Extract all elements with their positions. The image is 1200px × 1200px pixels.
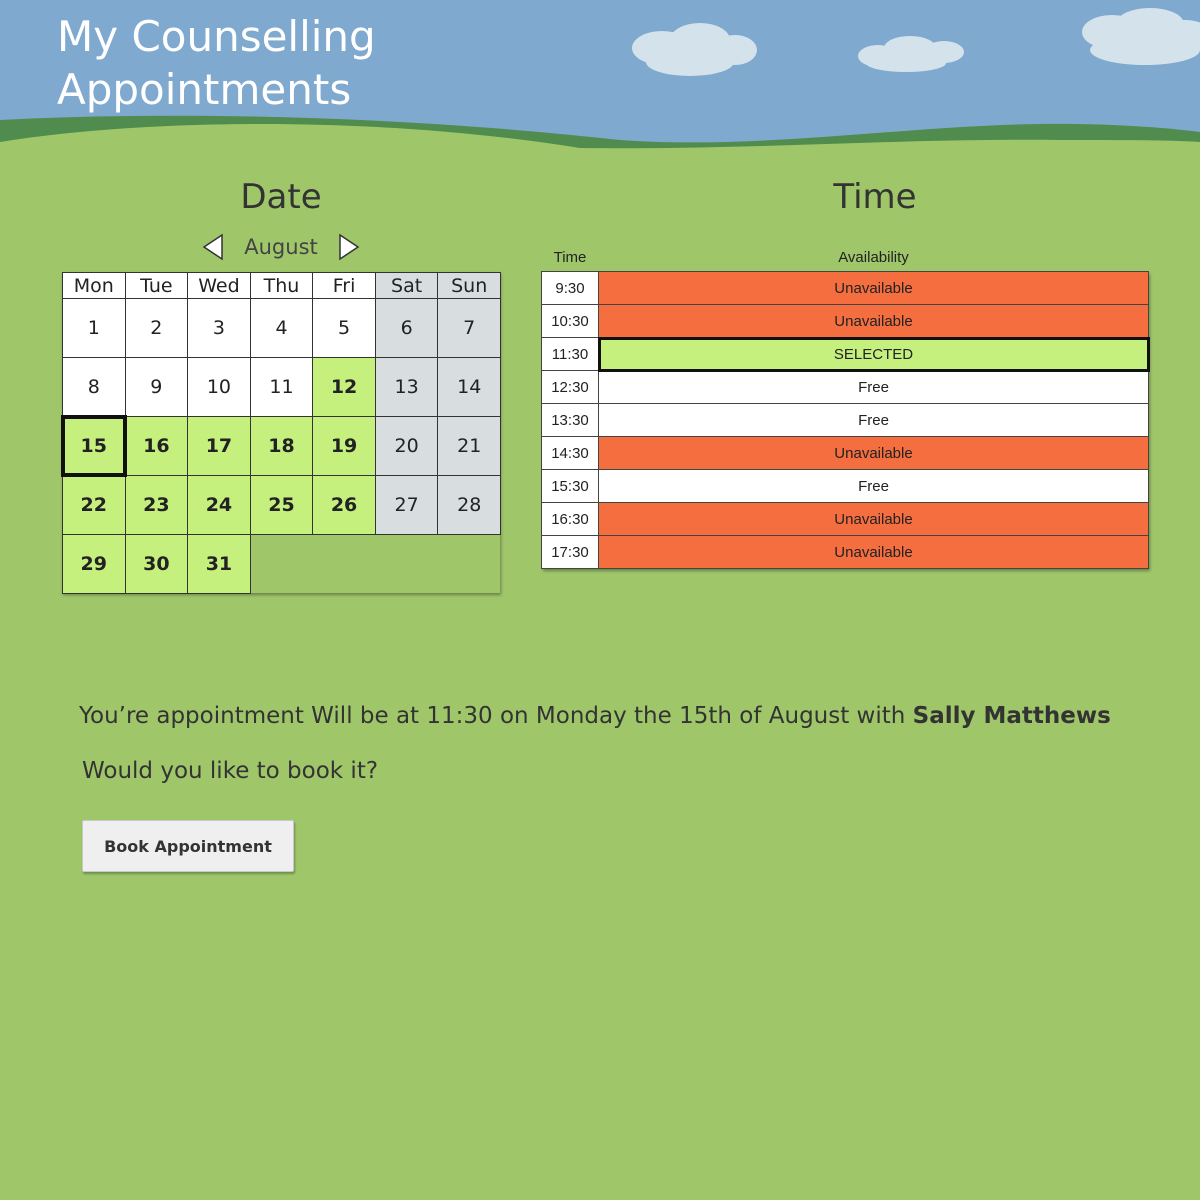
calendar-day[interactable]: 22 bbox=[62, 475, 126, 535]
calendar-day[interactable]: 26 bbox=[312, 475, 376, 535]
time-slot-status[interactable]: Free bbox=[598, 403, 1149, 437]
calendar-day[interactable]: 10 bbox=[187, 357, 251, 417]
month-navigation: August bbox=[62, 230, 500, 264]
calendar-day[interactable]: 25 bbox=[249, 475, 314, 535]
calendar-day[interactable]: 28 bbox=[437, 475, 501, 535]
calendar-day[interactable]: 12 bbox=[312, 357, 376, 417]
chevron-left-icon[interactable] bbox=[200, 232, 226, 262]
calendar-day[interactable]: 7 bbox=[437, 298, 501, 358]
calendar-day[interactable]: 29 bbox=[62, 534, 126, 594]
time-slot-time: 16:30 bbox=[541, 502, 599, 536]
calendar-empty-cell bbox=[375, 534, 439, 594]
time-slot-time: 14:30 bbox=[541, 436, 599, 470]
time-slot-time: 10:30 bbox=[541, 304, 599, 338]
time-slot-row: 9:30 Unavailable bbox=[541, 271, 1149, 305]
weekday-header: Thu bbox=[249, 272, 314, 299]
time-slot-time: 9:30 bbox=[541, 271, 599, 305]
time-slot-status[interactable]: SELECTED bbox=[597, 336, 1150, 372]
counsellor-name: Sally Matthews bbox=[912, 703, 1111, 729]
calendar-empty-cell bbox=[250, 534, 314, 594]
calendar-day[interactable]: 13 bbox=[374, 357, 439, 417]
appointment-summary-text: You’re appointment Will be at 11:30 on M… bbox=[79, 703, 913, 729]
calendar-day-selected[interactable]: 15 bbox=[61, 415, 127, 477]
page-title: My Counselling Appointments bbox=[57, 10, 376, 116]
calendar-empty-cell bbox=[437, 534, 501, 594]
column-header-availability: Availability bbox=[838, 248, 909, 266]
calendar-day[interactable]: 8 bbox=[62, 357, 126, 417]
calendar-day[interactable]: 14 bbox=[437, 357, 501, 417]
time-slot-status: Unavailable bbox=[598, 535, 1149, 569]
time-slot-status: Unavailable bbox=[598, 436, 1149, 470]
time-slot-status[interactable]: Free bbox=[598, 469, 1149, 503]
calendar-day[interactable]: 18 bbox=[249, 416, 314, 476]
month-label: August bbox=[244, 235, 318, 259]
time-slot-row: 13:30 Free bbox=[541, 403, 1149, 437]
weekday-header: Fri bbox=[312, 272, 376, 299]
calendar-day[interactable]: 6 bbox=[374, 298, 439, 358]
time-slot-status: Unavailable bbox=[598, 271, 1149, 305]
calendar-empty-cell bbox=[312, 534, 376, 594]
time-slot-time: 17:30 bbox=[541, 535, 599, 569]
calendar-day[interactable]: 4 bbox=[249, 298, 314, 358]
appointment-summary: You’re appointment Will be at 11:30 on M… bbox=[79, 703, 1111, 729]
time-slot-status[interactable]: Free bbox=[598, 370, 1149, 404]
calendar-day[interactable]: 20 bbox=[374, 416, 439, 476]
time-slot-time: 15:30 bbox=[541, 469, 599, 503]
time-slot-row: 17:30 Unavailable bbox=[541, 535, 1149, 569]
calendar-day[interactable]: 2 bbox=[124, 298, 189, 358]
calendar-day[interactable]: 16 bbox=[124, 416, 189, 476]
weekday-header: Mon bbox=[62, 272, 126, 299]
calendar-day[interactable]: 11 bbox=[249, 357, 314, 417]
weekday-header: Sun bbox=[437, 272, 501, 299]
time-slot-status: Unavailable bbox=[598, 502, 1149, 536]
time-slot-time: 12:30 bbox=[541, 370, 599, 404]
column-header-time: Time bbox=[553, 248, 587, 266]
time-slot-time: 11:30 bbox=[541, 337, 599, 371]
page-title-line2: Appointments bbox=[57, 65, 352, 114]
calendar-day[interactable]: 9 bbox=[124, 357, 189, 417]
calendar-day[interactable]: 27 bbox=[374, 475, 439, 535]
weekday-header: Wed bbox=[187, 272, 251, 299]
time-slot-status: Unavailable bbox=[598, 304, 1149, 338]
calendar-day[interactable]: 17 bbox=[187, 416, 251, 476]
calendar-day[interactable]: 23 bbox=[124, 475, 189, 535]
time-slot-table: Time Availability 9:30 Unavailable 10:30 Un… bbox=[541, 243, 1150, 569]
time-slot-row: 12:30 Free bbox=[541, 370, 1149, 404]
time-slot-row: 14:30 Unavailable bbox=[541, 436, 1149, 470]
calendar-day[interactable]: 31 bbox=[187, 534, 251, 594]
time-slot-row: 11:30 SELECTED bbox=[541, 336, 1150, 372]
time-slot-row: 16:30 Unavailable bbox=[541, 502, 1149, 536]
page-title-line1: My Counselling bbox=[57, 12, 376, 61]
booking-question: Would you like to book it? bbox=[82, 758, 379, 784]
calendar-day[interactable]: 19 bbox=[312, 416, 376, 476]
weekday-header: Tue bbox=[124, 272, 189, 299]
book-appointment-button[interactable]: Book Appointment bbox=[82, 820, 294, 872]
calendar-day[interactable]: 1 bbox=[62, 298, 126, 358]
calendar-day[interactable]: 3 bbox=[187, 298, 251, 358]
table-header-row: Time Availability bbox=[542, 243, 1149, 272]
time-slot-row: 10:30 Unavailable bbox=[541, 304, 1149, 338]
calendar-day[interactable]: 30 bbox=[124, 534, 189, 594]
calendar-day[interactable]: 21 bbox=[437, 416, 501, 476]
chevron-right-icon[interactable] bbox=[336, 232, 362, 262]
calendar-grid: Mon Tue Wed Thu Fri Sat Sun 1 2 3 4 5 6 7 8 9 10 11 12 13 14… bbox=[61, 272, 501, 594]
time-slot-time: 13:30 bbox=[541, 403, 599, 437]
time-slot-list: 9:30 Unavailable 10:30 Unavailable 11:30 SELE… bbox=[541, 271, 1150, 569]
time-slot-row: 15:30 Free bbox=[541, 469, 1149, 503]
calendar-day[interactable]: 5 bbox=[312, 298, 376, 358]
weekday-header: Sat bbox=[374, 272, 439, 299]
date-heading: Date bbox=[240, 177, 322, 217]
time-heading: Time bbox=[833, 177, 917, 217]
calendar-day[interactable]: 24 bbox=[187, 475, 251, 535]
